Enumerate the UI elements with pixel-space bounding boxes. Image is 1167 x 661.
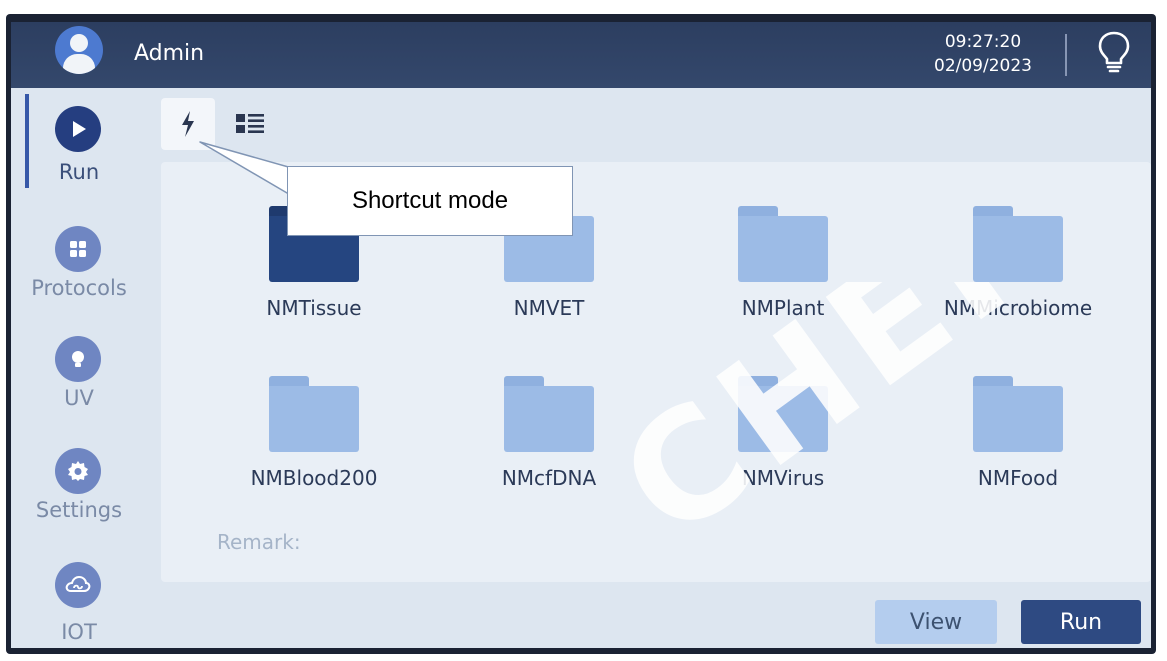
device-screen: Admin 09:27:20 02/09/2023 Run Protocols … (11, 22, 1151, 648)
sidebar-item-run[interactable]: Run (11, 100, 151, 206)
folder-nmvirus[interactable]: NMVirus (705, 376, 855, 516)
sidebar-item-uv[interactable]: UV (11, 322, 151, 428)
sidebar-item-label: Settings (35, 498, 123, 522)
grid-icon (55, 226, 101, 272)
folder-name: NMVET (513, 296, 585, 320)
cloud-link-icon (55, 562, 101, 608)
remark-label: Remark: (217, 530, 301, 554)
sidebar-item-label: IOT (61, 620, 97, 644)
folder-name: NMFood (977, 466, 1059, 490)
uv-lamp-icon (55, 336, 101, 382)
gear-icon (55, 448, 101, 494)
folder-icon (504, 376, 594, 452)
folder-icon (269, 376, 359, 452)
user-name: Admin (134, 41, 205, 66)
run-button[interactable]: Run (1021, 600, 1141, 644)
lightbulb-icon[interactable] (1097, 30, 1131, 74)
avatar-body (63, 54, 95, 74)
folder-name: NMVirus (741, 466, 825, 490)
folder-icon (738, 376, 828, 452)
sidebar-item-label: Protocols (31, 276, 127, 300)
user-avatar-icon[interactable] (55, 26, 103, 74)
list-icon (236, 114, 264, 133)
folder-name: NMBlood200 (250, 466, 378, 490)
shortcut-mode-callout: Shortcut mode (287, 166, 573, 236)
folder-nmplant[interactable]: NMPlant (705, 206, 855, 346)
clock-time: 09:27:20 (944, 32, 1022, 52)
folder-nmmicrobiome[interactable]: NMMicrobiome (940, 206, 1092, 346)
lightning-icon (182, 111, 194, 137)
folder-nmblood200[interactable]: NMBlood200 (236, 376, 386, 516)
sidebar-item-iot[interactable]: IOT (11, 548, 151, 648)
folder-icon (738, 206, 828, 282)
folder-icon (973, 206, 1063, 282)
folder-name: NMTissue (266, 296, 362, 320)
clock-date: 02/09/2023 (934, 56, 1032, 76)
avatar-head (70, 34, 88, 52)
top-bar: Admin 09:27:20 02/09/2023 (11, 22, 1151, 88)
clock: 09:27:20 02/09/2023 (923, 30, 1043, 78)
sidebar-item-protocols[interactable]: Protocols (11, 212, 151, 318)
sidebar: Run Protocols UV Settings IOT (11, 88, 151, 648)
folder-nmfood[interactable]: NMFood (940, 376, 1090, 516)
folder-name: NMcfDNA (501, 466, 597, 490)
folder-name: NMPlant (741, 296, 825, 320)
header-divider (1065, 34, 1067, 76)
sidebar-item-label: Run (58, 160, 100, 184)
view-button[interactable]: View (875, 600, 997, 644)
play-icon (55, 106, 101, 152)
folder-nmcfdna[interactable]: NMcfDNA (471, 376, 621, 516)
sidebar-item-settings[interactable]: Settings (11, 434, 151, 540)
folder-icon (973, 376, 1063, 452)
callout-pointer (199, 141, 300, 201)
sidebar-item-label: UV (64, 386, 94, 410)
folder-name: NMMicrobiome (943, 296, 1093, 320)
